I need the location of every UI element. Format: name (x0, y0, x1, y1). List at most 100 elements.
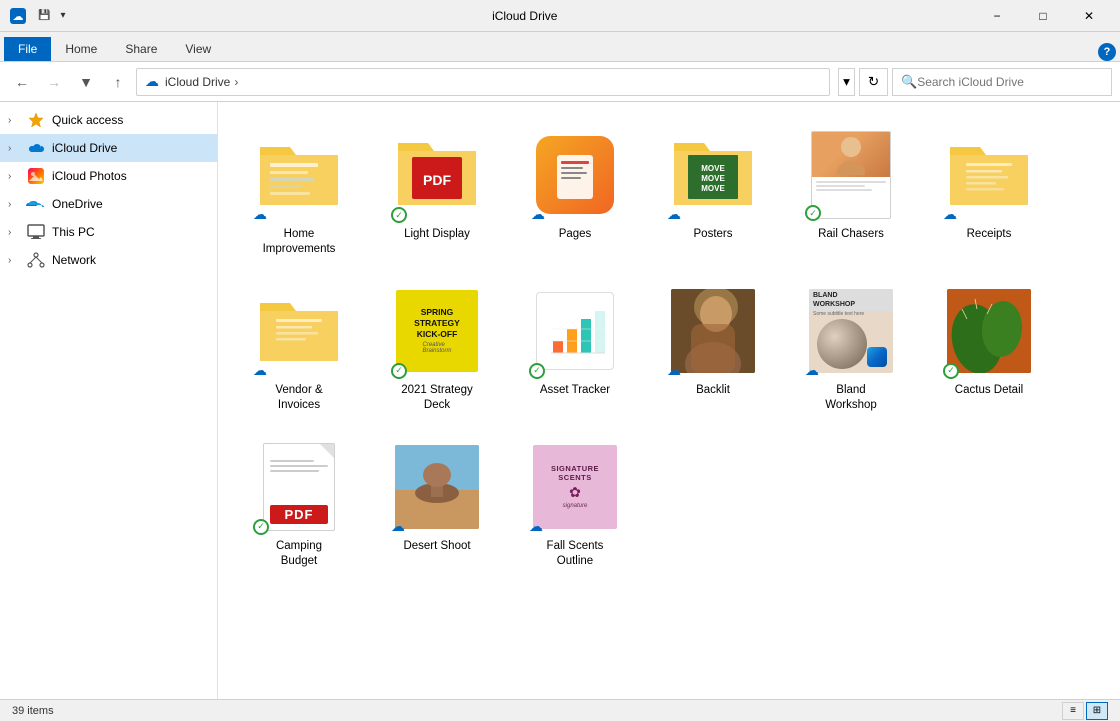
file-item-asset-tracker[interactable]: ✓ Asset Tracker (510, 274, 640, 422)
maximize-button[interactable]: □ (1020, 0, 1066, 32)
address-path[interactable]: ☁ iCloud Drive › (136, 68, 830, 96)
recent-button[interactable]: ▼ (72, 68, 100, 96)
pc-icon (26, 222, 46, 242)
back-button[interactable]: ← (8, 68, 36, 96)
close-button[interactable]: ✕ (1066, 0, 1112, 32)
svg-text:MOVE: MOVE (701, 164, 725, 173)
tab-home[interactable]: Home (51, 37, 111, 61)
file-item-vendor-invoices[interactable]: ☁ Vendor &Invoices (234, 274, 364, 422)
path-dropdown-button[interactable]: ▾ (838, 68, 855, 96)
sidebar-item-icloud-drive[interactable]: › iCloud Drive (0, 134, 217, 162)
sidebar-item-network[interactable]: › Network (0, 246, 217, 274)
file-item-backlit[interactable]: ☁ Backlit (648, 274, 778, 422)
file-thumbnail: SPRINGSTRATEGYKICK-OFF CreativeBrainstor… (389, 283, 485, 379)
file-name: Receipts (967, 227, 1012, 242)
file-name: 2021 StrategyDeck (401, 383, 473, 413)
expand-icon: › (8, 255, 24, 266)
help-button[interactable]: ? (1098, 43, 1116, 61)
photos-icon (26, 166, 46, 186)
list-view-button[interactable]: ≡ (1062, 702, 1084, 720)
file-thumbnail: ☁ (251, 283, 347, 379)
file-thumbnail: PDF ✓ (389, 127, 485, 223)
cloud-status-icon: ☁ (391, 518, 405, 535)
file-item-bland-workshop[interactable]: BLANDWORKSHOP Some subtitle text here ☁ … (786, 274, 916, 422)
file-thumbnail: ✓ (527, 283, 623, 379)
qat-dropdown[interactable]: ▾ (56, 8, 69, 23)
sidebar-item-label: Network (52, 253, 96, 267)
file-item-pages[interactable]: ☁ Pages (510, 118, 640, 266)
file-thumbnail: MOVE MOVE MOVE ☁ (665, 127, 761, 223)
tab-share[interactable]: Share (111, 37, 171, 61)
file-thumbnail: ✓ (803, 127, 899, 223)
window-title: iCloud Drive (75, 9, 974, 23)
file-item-2021-strategy[interactable]: SPRINGSTRATEGYKICK-OFF CreativeBrainstor… (372, 274, 502, 422)
file-item-desert-shoot[interactable]: ☁ Desert Shoot (372, 430, 502, 578)
search-icon: 🔍 (901, 74, 917, 90)
sidebar-item-label: iCloud Photos (52, 169, 127, 183)
view-toggle: ≡ ⊞ (1062, 702, 1108, 720)
file-item-rail-chasers[interactable]: ✓ Rail Chasers (786, 118, 916, 266)
ribbon-tabs: File Home Share View ? (0, 32, 1120, 62)
file-name: Desert Shoot (403, 539, 470, 554)
ribbon-help: ? (1098, 43, 1120, 61)
expand-icon: › (8, 227, 24, 238)
app-icon: ☁ (8, 6, 28, 26)
cloud-status-icon: ☁ (253, 206, 267, 223)
sidebar-item-icloud-photos[interactable]: › iCloud Photos (0, 162, 217, 190)
file-name: Posters (694, 227, 733, 242)
file-thumbnail: ☁ (251, 127, 347, 223)
onedrive-icon (26, 194, 46, 214)
file-item-cactus-detail[interactable]: ✓ Cactus Detail (924, 274, 1054, 422)
sidebar-item-onedrive[interactable]: › OneDrive (0, 190, 217, 218)
forward-button[interactable]: → (40, 68, 68, 96)
file-item-receipts[interactable]: ☁ Receipts (924, 118, 1054, 266)
qat-save[interactable]: 💾 (34, 8, 54, 23)
file-name: Fall ScentsOutline (547, 539, 604, 569)
sidebar: › Quick access › iCloud Drive › (0, 102, 218, 699)
file-item-fall-scents[interactable]: SIGNATURESCENTS ✿ signature ☁ Fall Scent… (510, 430, 640, 578)
file-thumbnail: ✓ (941, 283, 1037, 379)
path-text: iCloud Drive (165, 75, 230, 89)
main-layout: › Quick access › iCloud Drive › (0, 102, 1120, 699)
file-thumbnail: ☁ (527, 127, 623, 223)
file-name: Asset Tracker (540, 383, 610, 398)
expand-icon: › (8, 143, 24, 154)
file-item-home-improvements[interactable]: ☁ HomeImprovements (234, 118, 364, 266)
file-thumbnail: ☁ (941, 127, 1037, 223)
search-input[interactable] (917, 75, 1103, 89)
file-name: Vendor &Invoices (275, 383, 322, 413)
title-bar: ☁ 💾 ▾ iCloud Drive − □ ✕ (0, 0, 1120, 32)
cloud-status-icon: ☁ (531, 206, 545, 223)
file-name: Light Display (404, 227, 470, 242)
check-status-icon: ✓ (805, 205, 821, 221)
check-status-icon: ✓ (943, 363, 959, 379)
content-area: ☁ HomeImprovements PDF ✓ Light Display (218, 102, 1120, 699)
tile-view-button[interactable]: ⊞ (1086, 702, 1108, 720)
file-name: Cactus Detail (955, 383, 1023, 398)
item-count: 39 items (12, 705, 54, 717)
path-chevron: › (234, 75, 238, 89)
minimize-button[interactable]: − (974, 0, 1020, 32)
sidebar-item-label: Quick access (52, 113, 123, 127)
tab-file[interactable]: File (4, 37, 51, 61)
cloud-status-icon: ☁ (253, 362, 267, 379)
file-name: Pages (559, 227, 592, 242)
svg-text:☁: ☁ (13, 11, 24, 23)
file-thumbnail: ☁ (389, 439, 485, 535)
expand-icon: › (8, 115, 24, 126)
refresh-button[interactable]: ↻ (859, 68, 888, 96)
network-icon (26, 250, 46, 270)
check-status-icon: ✓ (529, 363, 545, 379)
expand-icon: › (8, 199, 24, 210)
window-controls: − □ ✕ (974, 0, 1112, 32)
address-bar: ← → ▼ ↑ ☁ iCloud Drive › ▾ ↻ 🔍 (0, 62, 1120, 102)
sidebar-item-quick-access[interactable]: › Quick access (0, 106, 217, 134)
cloud-status-icon: ☁ (805, 362, 819, 379)
up-button[interactable]: ↑ (104, 68, 132, 96)
tab-view[interactable]: View (171, 37, 225, 61)
file-item-camping-budget[interactable]: PDF ✓ CampingBudget (234, 430, 364, 578)
file-thumbnail: BLANDWORKSHOP Some subtitle text here ☁ (803, 283, 899, 379)
file-item-light-display[interactable]: PDF ✓ Light Display (372, 118, 502, 266)
sidebar-item-this-pc[interactable]: › This PC (0, 218, 217, 246)
file-item-posters[interactable]: MOVE MOVE MOVE ☁ Posters (648, 118, 778, 266)
